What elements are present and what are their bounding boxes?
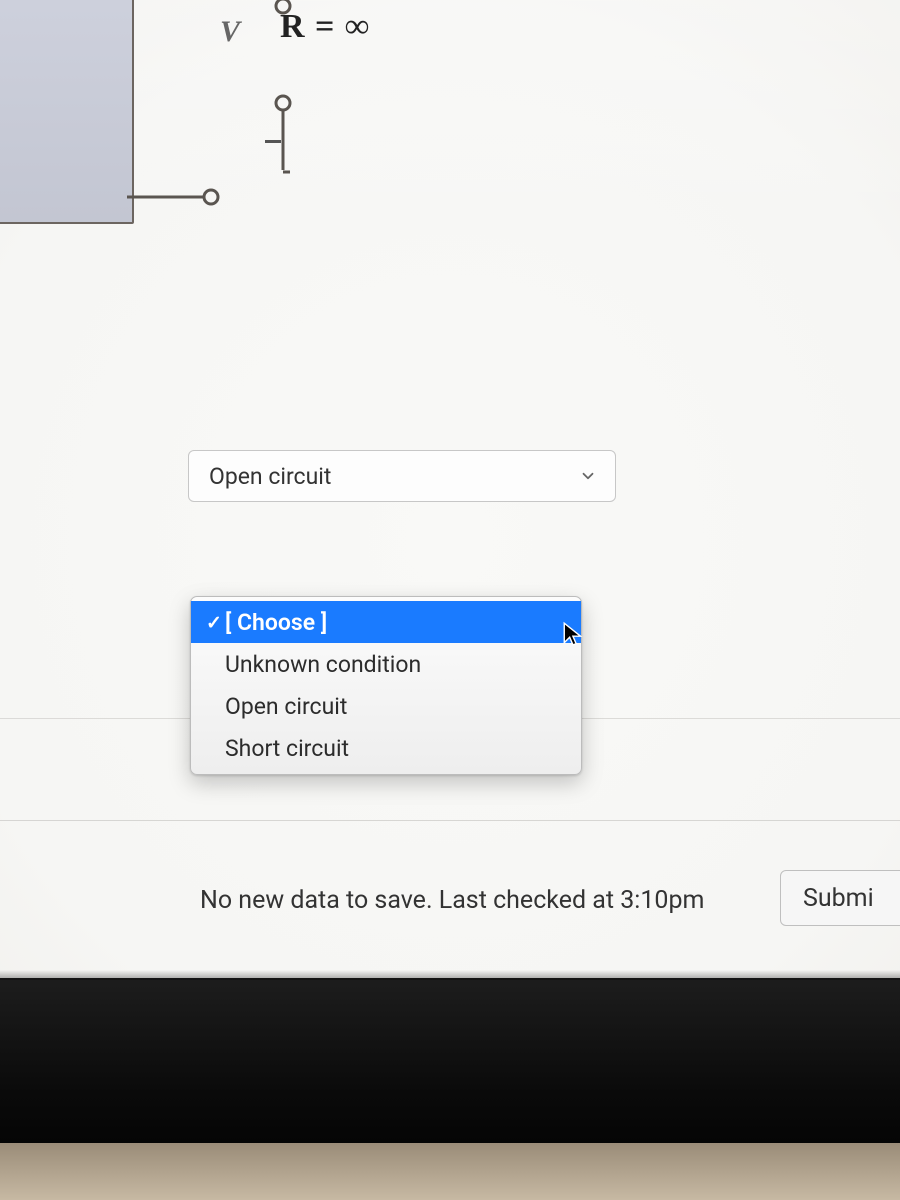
autosave-status: No new data to save. Last checked at 3:1…	[0, 886, 900, 915]
dropdown-option[interactable]: ✓[ Choose ]	[191, 601, 581, 643]
circuit-resistance-label: R = ∞	[280, 8, 370, 46]
desk-surface	[0, 1143, 900, 1200]
submit-button[interactable]: Submi	[780, 870, 900, 926]
dropdown-option[interactable]: Open circuit	[191, 685, 581, 727]
answer-select-2-dropdown[interactable]: ✓[ Choose ] Unknown condition Open circuit…	[190, 596, 582, 775]
dropdown-option[interactable]: Unknown condition	[191, 643, 581, 685]
chevron-down-icon	[579, 467, 597, 485]
divider-line	[0, 820, 900, 821]
check-icon: ✓	[203, 613, 225, 632]
dropdown-option-label: Unknown condition	[225, 651, 421, 678]
quiz-screen: V R = ∞ Open circuit ✓[ Choose ] Unknown …	[0, 0, 900, 1200]
dropdown-option[interactable]: Short circuit	[191, 727, 581, 769]
circuit-minus-mark	[265, 140, 281, 143]
submit-button-label: Submi	[803, 884, 874, 913]
answer-select-1[interactable]: Open circuit	[188, 450, 616, 502]
circuit-voltage-label: V	[220, 15, 240, 49]
dropdown-option-label: Short circuit	[225, 735, 349, 762]
laptop-bezel	[0, 978, 900, 1143]
dropdown-option-label: [ Choose ]	[225, 609, 327, 636]
circuit-block	[0, 0, 134, 224]
answer-select-1-value: Open circuit	[209, 463, 331, 490]
dropdown-option-label: Open circuit	[225, 693, 347, 720]
